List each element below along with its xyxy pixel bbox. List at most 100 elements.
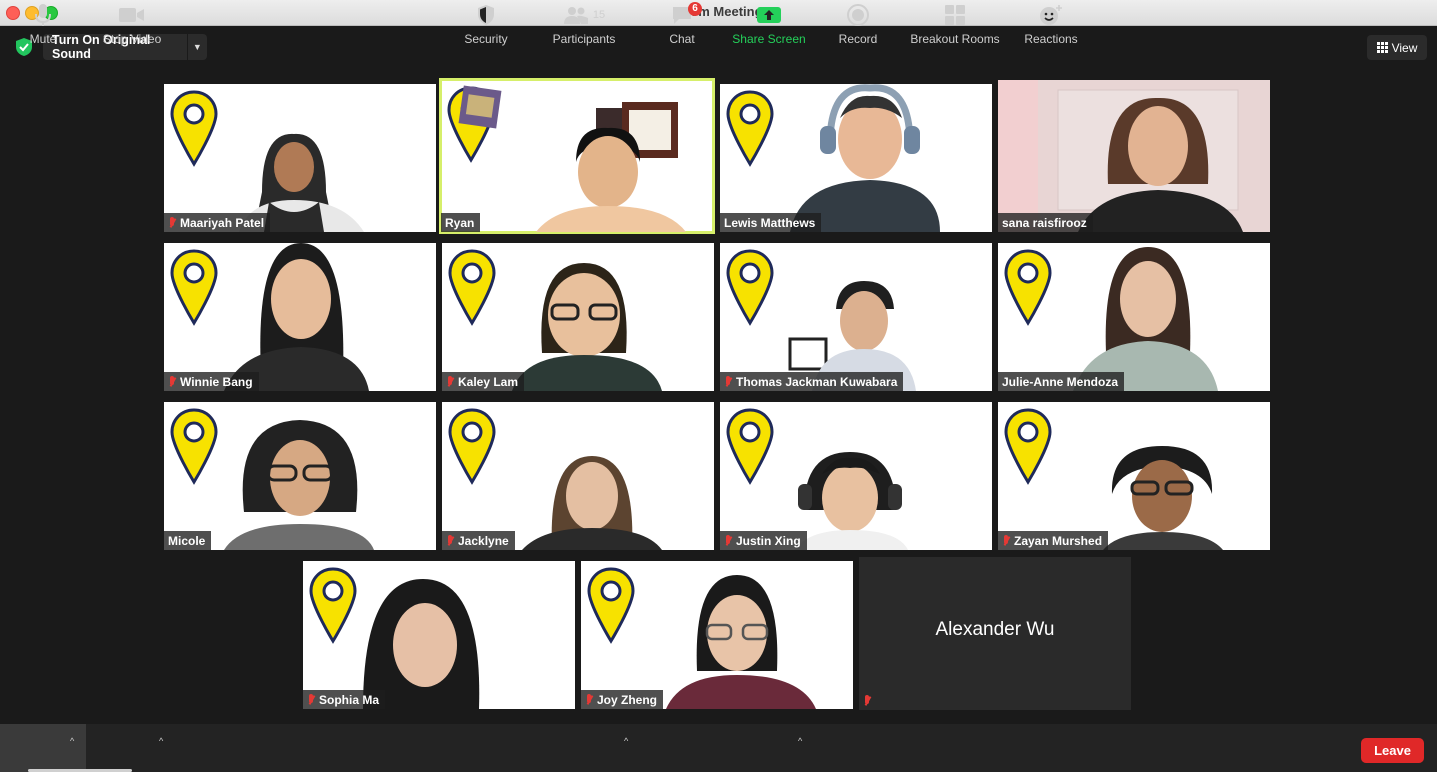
chat-unread-badge: 6 xyxy=(688,2,702,16)
participants-options-caret-icon[interactable]: ^ xyxy=(624,736,628,746)
record-button[interactable]: Record xyxy=(836,0,880,48)
security-button[interactable]: Security xyxy=(456,0,516,48)
participant-name: Joy Zheng xyxy=(597,692,658,707)
video-options-caret-icon[interactable]: ^ xyxy=(159,736,163,746)
participant-name-tag: Joy Zheng xyxy=(581,690,664,709)
participant-tile[interactable]: Zayan Murshed xyxy=(998,402,1270,550)
participant-tile-active-speaker[interactable]: Ryan xyxy=(439,78,715,234)
map-pin-icon xyxy=(448,249,496,326)
mute-button-highlight xyxy=(0,724,86,772)
participant-video xyxy=(512,263,662,391)
participant-video xyxy=(522,456,662,550)
record-icon xyxy=(847,4,869,26)
participant-name: Sophia Ma xyxy=(319,692,380,707)
participant-tile[interactable]: Sophia Ma xyxy=(303,561,575,709)
participant-name-tag: Zayan Murshed xyxy=(998,531,1109,550)
reactions-smiley-icon xyxy=(1040,5,1062,25)
participant-tile[interactable]: Joy Zheng xyxy=(581,561,853,709)
participants-label: Participants xyxy=(552,32,616,46)
participant-tile[interactable]: Jacklyne xyxy=(442,402,714,550)
share-screen-label: Share Screen xyxy=(732,32,806,46)
record-label: Record xyxy=(838,32,878,46)
share-options-caret-icon[interactable]: ^ xyxy=(798,736,802,746)
participant-name-tag: Sophia Ma xyxy=(303,690,386,709)
participant-name-tag: Justin Xing xyxy=(720,531,807,550)
participant-video xyxy=(536,127,686,232)
chat-button[interactable]: 6 Chat xyxy=(662,0,702,48)
participant-video xyxy=(224,243,369,391)
share-screen-button[interactable]: Share Screen xyxy=(730,0,808,48)
participant-video xyxy=(1078,97,1243,232)
participant-name: Kaley Lam xyxy=(458,374,519,389)
view-label: View xyxy=(1391,40,1418,55)
participant-name: Lewis Matthews xyxy=(724,215,816,230)
muted-mic-icon xyxy=(168,375,176,388)
window-title-bar: Zoom Meeting xyxy=(0,0,1437,26)
participant-name-tag xyxy=(859,691,877,710)
map-pin-icon xyxy=(726,90,774,167)
participant-name-tag: Winnie Bang xyxy=(164,372,259,391)
map-pin-icon xyxy=(1004,408,1052,485)
muted-mic-icon xyxy=(863,694,871,707)
participant-name: Justin Xing xyxy=(736,533,801,548)
muted-mic-icon xyxy=(307,693,315,706)
participant-tile[interactable]: Kaley Lam xyxy=(442,243,714,391)
reactions-button[interactable]: Reactions xyxy=(1020,0,1082,48)
participant-name: Ryan xyxy=(445,215,475,230)
security-label: Security xyxy=(464,32,508,46)
participant-name: Julie-Anne Mendoza xyxy=(1002,374,1119,389)
participant-video xyxy=(666,575,816,709)
muted-mic-icon xyxy=(1002,534,1010,547)
grid-view-icon xyxy=(1376,42,1388,53)
participant-tile-video-off[interactable]: Alexander Wu xyxy=(859,557,1131,710)
microphone-icon xyxy=(35,4,51,26)
participant-tile[interactable]: sana raisfirooz xyxy=(998,80,1270,232)
participant-name: Jacklyne xyxy=(458,533,509,548)
mute-button[interactable]: Mute xyxy=(18,0,68,48)
participant-name-tag: sana raisfirooz xyxy=(998,213,1093,232)
participant-name: Zayan Murshed xyxy=(1014,533,1103,548)
breakout-rooms-label: Breakout Rooms xyxy=(910,32,1000,46)
map-pin-icon xyxy=(170,90,218,167)
participants-count: 15 xyxy=(592,9,606,21)
participant-tile[interactable]: Thomas Jackman Kuwabara xyxy=(720,243,992,391)
participant-name-tag: Kaley Lam xyxy=(442,372,525,391)
participant-tile[interactable]: Micole xyxy=(164,402,436,550)
map-pin-icon xyxy=(587,567,635,644)
mute-label: Mute xyxy=(29,32,57,46)
breakout-rooms-icon xyxy=(945,5,965,25)
view-button[interactable]: View xyxy=(1367,35,1427,60)
share-screen-icon xyxy=(757,7,781,23)
participant-tile[interactable]: Lewis Matthews xyxy=(720,84,992,232)
leave-meeting-button[interactable]: Leave xyxy=(1361,738,1424,763)
participant-tile[interactable]: Winnie Bang xyxy=(164,243,436,391)
participant-tile[interactable]: Maariyah Patel xyxy=(164,84,436,232)
map-pin-icon xyxy=(726,249,774,326)
participant-video xyxy=(363,579,480,709)
chevron-down-icon[interactable]: ▼ xyxy=(186,34,207,60)
participant-name: Winnie Bang xyxy=(180,374,253,389)
muted-mic-icon xyxy=(168,216,176,229)
muted-mic-icon xyxy=(724,375,732,388)
shield-icon xyxy=(478,5,494,25)
participants-button[interactable]: 15 Participants xyxy=(548,0,620,48)
meeting-toolbar xyxy=(0,724,1437,772)
participant-name-tag: Thomas Jackman Kuwabara xyxy=(720,372,904,391)
audio-options-caret-icon[interactable]: ^ xyxy=(70,736,74,746)
participant-name-tag: Ryan xyxy=(441,213,481,232)
participant-name-tag: Lewis Matthews xyxy=(720,213,822,232)
participant-tile[interactable]: Justin Xing xyxy=(720,402,992,550)
participant-name: Maariyah Patel xyxy=(180,215,265,230)
participant-video xyxy=(790,84,940,232)
stop-video-label: Stop Video xyxy=(102,32,162,46)
muted-mic-icon xyxy=(585,693,593,706)
participant-name: sana raisfirooz xyxy=(1002,215,1087,230)
muted-mic-icon xyxy=(446,375,454,388)
breakout-rooms-button[interactable]: Breakout Rooms xyxy=(908,0,1002,48)
participant-tile[interactable]: Julie-Anne Mendoza xyxy=(998,243,1270,391)
participant-video xyxy=(795,452,908,550)
video-camera-icon xyxy=(119,8,144,22)
muted-mic-icon xyxy=(724,534,732,547)
stop-video-button[interactable]: Stop Video xyxy=(97,0,167,48)
participant-name: Thomas Jackman Kuwabara xyxy=(736,374,898,389)
